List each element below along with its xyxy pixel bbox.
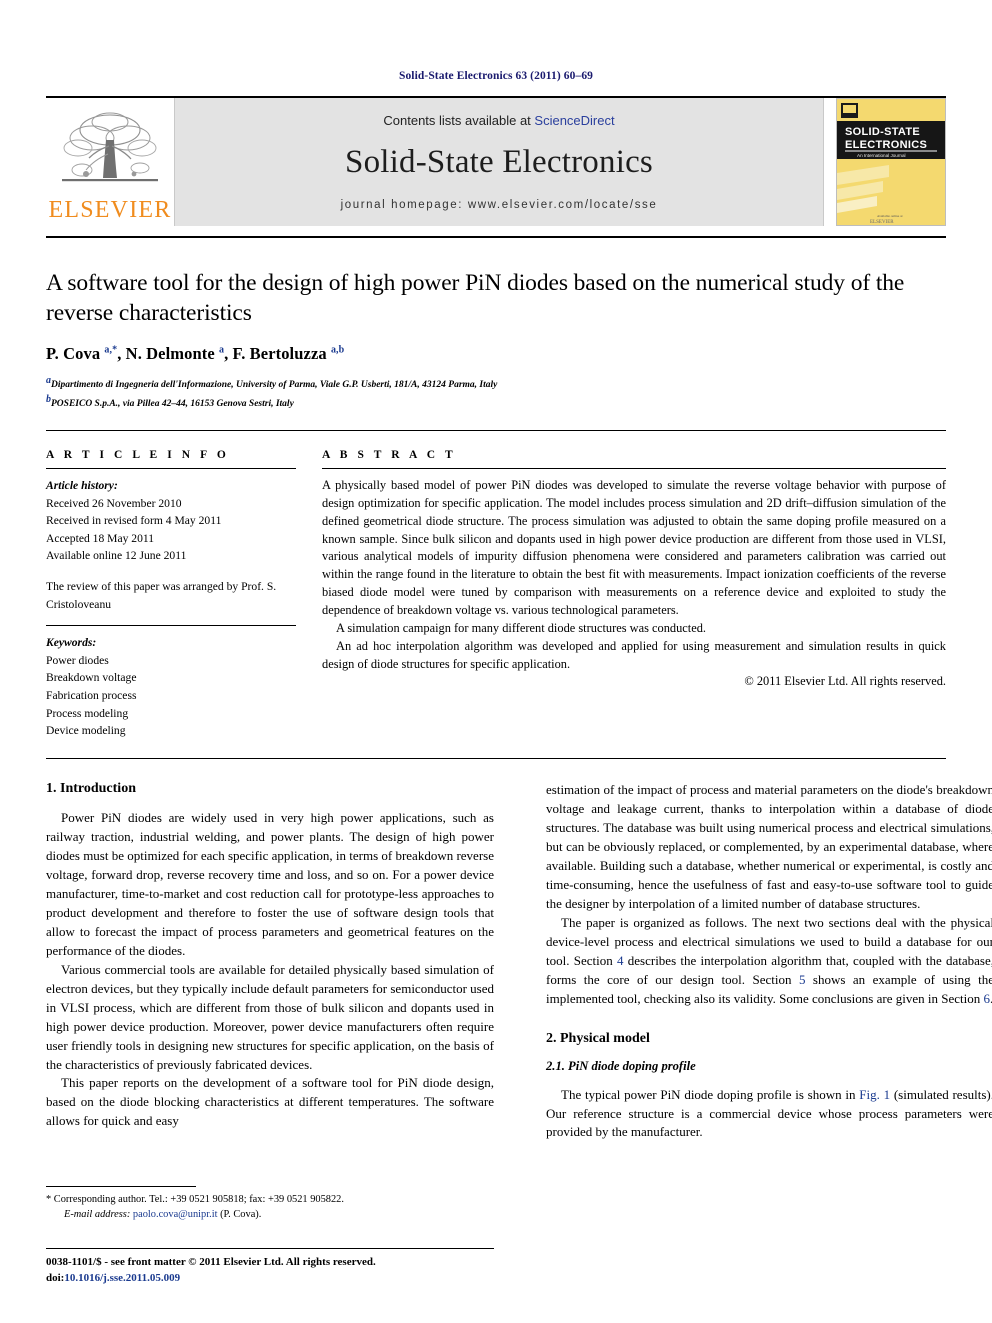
doi-link[interactable]: 10.1016/j.sse.2011.05.009 [64,1272,180,1284]
elsevier-logo: ELSEVIER [46,98,174,226]
keyword-item: Power diodes [46,653,109,667]
keyword-item: Process modeling [46,706,129,720]
masthead-center: Contents lists available at ScienceDirec… [174,98,824,226]
journal-cover-thumbnail[interactable]: SOLID-STATE ELECTRONICS An International… [836,98,946,226]
intro-paragraph-3: This paper reports on the development of… [46,1075,494,1129]
contents-prefix: Contents lists available at [383,113,535,128]
contents-available-line: Contents lists available at ScienceDirec… [383,113,614,128]
issn-copyright-line: 0038-1101/$ - see front matter © 2011 El… [46,1256,376,1268]
elsevier-tree-icon [62,112,158,182]
email-suffix: (P. Cova). [217,1208,262,1220]
keyword-item: Breakdown voltage [46,671,137,685]
subsection-heading-doping-profile: 2.1. PiN diode doping profile [546,1058,696,1073]
article-info-heading: A R T I C L E I N F O [46,449,230,461]
keyword-item: Fabrication process [46,689,137,703]
keywords-label: Keywords: [46,636,97,650]
article-history-label: Article history: [46,479,118,492]
svg-text:Available online at: Available online at [877,214,903,218]
abstract-heading: A B S T R A C T [322,449,457,461]
editor-note: The review of this paper was arranged by… [46,580,277,611]
abstract-paragraph: An ad hoc interpolation algorithm was de… [322,638,946,671]
body-divider [46,757,946,759]
affiliation-a: aDipartimento di Ingegneria dell'Informa… [46,375,498,391]
figure-link-1[interactable]: Fig. 1 [859,1087,890,1102]
affiliation-b: bPOSEICO S.p.A., via Pillea 42–44, 16153… [46,394,294,410]
article-info-rule [46,468,296,469]
article-history: Article history: Received 26 November 20… [46,477,296,613]
section-heading-introduction: 1. Introduction [46,780,136,796]
section-heading-physical-model: 2. Physical model [546,1030,650,1046]
intro-paragraph-1: Power PiN diodes are widely used in very… [46,809,494,958]
affiliations: aDipartimento di Ingegneria dell'Informa… [46,374,946,412]
intro-paragraph-continued: estimation of the impact of process and … [546,781,992,911]
svg-text:An International Journal: An International Journal [857,153,906,158]
abstract-paragraph: A simulation campaign for many different… [336,620,707,635]
history-accepted: Accepted 18 May 2011 [46,531,155,545]
intro-paragraph-2: Various commercial tools are available f… [46,961,494,1072]
page-footer: 0038-1101/$ - see front matter © 2011 El… [46,1248,516,1287]
svg-text:SOLID-STATE: SOLID-STATE [845,126,920,138]
keyword-item: Device modeling [46,724,126,738]
abstract-column: A B S T R A C T A physically based model… [322,449,946,740]
abstract-rule [322,468,946,469]
doping-profile-paragraph: The typical power PiN diode doping profi… [546,1086,992,1140]
body-columns: 1. Introduction Power PiN diodes are wid… [46,781,992,1143]
info-abstract-divider [46,430,946,431]
journal-masthead: ELSEVIER Contents lists available at Sci… [46,96,946,226]
footer-rule [46,1248,494,1249]
journal-homepage[interactable]: journal homepage: www.elsevier.com/locat… [341,199,658,211]
footnote-rule [46,1186,196,1187]
author-3: F. Bertoluzza a,b [232,344,345,364]
cover-artwork: SOLID-STATE ELECTRONICS An International… [837,99,945,225]
author-1: P. Cova a,* [46,344,118,364]
history-received: Received 26 November 2010 [46,496,182,510]
journal-title: Solid-State Electronics [345,144,653,180]
email-link[interactable]: paolo.cova@unipr.it [133,1209,218,1220]
article-info-column: A R T I C L E I N F O Article history: R… [46,449,296,740]
page-title: A software tool for the design of high p… [46,270,905,327]
doi-line: doi:10.1016/j.sse.2011.05.009 [46,1271,516,1287]
title-divider [46,236,946,238]
history-revised: Received in revised form 4 May 2011 [46,514,222,528]
svg-text:ELSEVIER: ELSEVIER [870,220,894,225]
doi-label: doi: [46,1271,65,1284]
info-abstract-block: A R T I C L E I N F O Article history: R… [46,449,946,740]
paper-organization-paragraph: The paper is organized as follows. The n… [546,914,992,1006]
sciencedirect-link[interactable]: ScienceDirect [534,113,614,128]
author-2: N. Delmonte a [125,344,225,364]
body-column-left: 1. Introduction Power PiN diodes are wid… [46,781,494,1143]
author-1-marks: a,* [104,344,118,356]
svg-text:ELECTRONICS: ELECTRONICS [845,139,927,151]
running-head: Solid-State Electronics 63 (2011) 60–69 [398,70,594,82]
keywords-rule [46,625,296,627]
paper-page: Solid-State Electronics 63 (2011) 60–69 [0,0,992,1323]
abstract-paragraph: A physically based model of power PiN di… [322,478,946,618]
author-3-marks: a,b [330,344,345,356]
keywords-block: Keywords: Power diodes Breakdown voltage… [46,634,296,740]
elsevier-wordmark: ELSEVIER [48,197,172,223]
author-list: P. Cova a,*, N. Delmonte a, F. Bertoluzz… [46,344,345,364]
abstract-body: A physically based model of power PiN di… [322,477,946,691]
footnote-line-1: * Corresponding author. Tel.: +39 0521 9… [46,1194,344,1205]
body-column-right: estimation of the impact of process and … [546,781,992,1143]
email-label: E-mail address: [64,1208,131,1220]
footnote-line-2: E-mail address: paolo.cova@unipr.it (P. … [46,1208,494,1223]
abstract-copyright: © 2011 Elsevier Ltd. All rights reserved… [744,674,946,689]
history-online: Available online 12 June 2011 [46,549,187,563]
corresponding-author-footnote: * Corresponding author. Tel.: +39 0521 9… [46,1186,494,1223]
